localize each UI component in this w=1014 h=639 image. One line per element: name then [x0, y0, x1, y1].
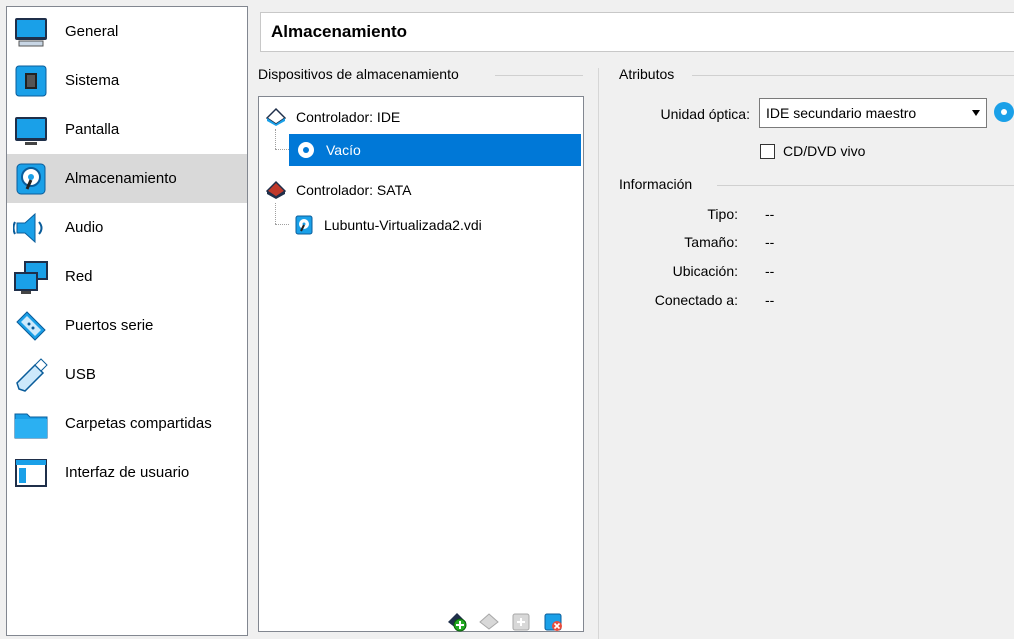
add-controller-icon[interactable]	[445, 610, 469, 634]
live-cd-option[interactable]: CD/DVD vivo	[760, 143, 865, 159]
sidebar-item-carpetas-compartidas[interactable]: Carpetas compartidas	[7, 399, 247, 448]
tree-connector	[275, 224, 289, 225]
tree-item-hdd[interactable]: Lubuntu-Virtualizada2.vdi	[293, 209, 581, 241]
sidebar-item-label: Puertos serie	[65, 317, 154, 334]
optical-drive-value: IDE secundario maestro	[766, 105, 917, 121]
sidebar-item-label: Almacenamiento	[65, 170, 177, 187]
tree-item-label: Vacío	[326, 142, 361, 158]
sidebar-item-audio[interactable]: Audio	[7, 203, 247, 252]
network-icon	[11, 257, 51, 297]
monitor-icon	[11, 12, 51, 52]
sidebar-item-red[interactable]: Red	[7, 252, 247, 301]
info-value: --	[765, 292, 775, 308]
info-key: Tamaño:	[684, 234, 738, 250]
info-key: Ubicación:	[672, 263, 738, 279]
sidebar-item-label: Audio	[65, 219, 104, 236]
display-icon	[11, 110, 51, 150]
live-cd-label: CD/DVD vivo	[783, 143, 866, 159]
storage-tree[interactable]: Controlador: IDE Vacío Controlador: SATA…	[258, 96, 584, 632]
sidebar-item-label: USB	[65, 366, 96, 383]
folder-icon	[11, 404, 51, 444]
window-icon	[11, 453, 51, 493]
tree-connector	[275, 203, 276, 224]
info-row-attached-to: Conectado a:	[620, 292, 738, 312]
group-divider	[495, 75, 583, 76]
sidebar-item-label: Red	[65, 268, 93, 285]
attributes-title: Atributos	[619, 66, 681, 82]
info-row-size: Tamaño:	[620, 234, 738, 254]
tree-item-empty-optical[interactable]: Vacío	[289, 134, 581, 166]
chevron-down-icon	[972, 110, 980, 116]
tree-connector	[275, 129, 276, 149]
panel-divider	[598, 68, 599, 639]
sidebar-item-puertos-serie[interactable]: Puertos serie	[7, 301, 247, 350]
info-row-type: Tipo:	[620, 206, 738, 226]
sidebar-item-almacenamiento[interactable]: Almacenamiento	[7, 154, 247, 203]
info-value: --	[765, 234, 775, 250]
information-title: Información	[619, 176, 699, 192]
tree-item-label: Lubuntu-Virtualizada2.vdi	[324, 217, 482, 233]
chip-icon	[11, 61, 51, 101]
tree-item-ide-controller[interactable]: Controlador: IDE	[265, 101, 575, 133]
sidebar-item-label: Carpetas compartidas	[65, 415, 212, 432]
sidebar-item-interfaz-usuario[interactable]: Interfaz de usuario	[7, 448, 247, 497]
sidebar-item-pantalla[interactable]: Pantalla	[7, 105, 247, 154]
add-attachment-icon[interactable]	[509, 610, 533, 634]
live-cd-checkbox[interactable]	[760, 143, 775, 159]
sidebar-item-label: Pantalla	[65, 121, 120, 138]
sidebar-item-label: General	[65, 23, 119, 40]
optical-drive-select[interactable]: IDE secundario maestro	[759, 98, 987, 128]
remove-controller-icon[interactable]	[477, 610, 501, 634]
optical-drive-label: Unidad óptica:	[660, 106, 750, 122]
sidebar-item-usb[interactable]: USB	[7, 350, 247, 399]
disk-icon	[11, 159, 51, 199]
controller-icon	[265, 106, 287, 128]
choose-disk-icon[interactable]	[993, 100, 1014, 129]
page-title: Almacenamiento	[271, 22, 408, 41]
tree-item-label: Controlador: SATA	[296, 182, 412, 198]
group-divider	[717, 185, 1014, 186]
page-header: Almacenamiento	[260, 12, 1014, 52]
info-value: --	[765, 263, 775, 279]
controller-icon	[265, 179, 287, 201]
sidebar-item-general[interactable]: General	[7, 7, 247, 56]
hard-disk-icon	[293, 214, 315, 236]
info-value: --	[765, 206, 775, 222]
remove-attachment-icon[interactable]	[541, 610, 565, 634]
tree-item-label: Controlador: IDE	[296, 109, 401, 125]
info-key: Tipo:	[707, 206, 738, 222]
optical-disc-icon	[295, 139, 317, 161]
storage-toolbar	[445, 610, 565, 634]
sidebar-item-label: Sistema	[65, 72, 120, 89]
serial-port-icon	[11, 306, 51, 346]
group-divider	[692, 75, 1014, 76]
usb-icon	[11, 355, 51, 395]
tree-item-sata-controller[interactable]: Controlador: SATA	[265, 174, 575, 206]
settings-sidebar: General Sistema Pantalla Almacenamiento …	[6, 6, 248, 636]
storage-devices-title: Dispositivos de almacenamiento	[258, 66, 465, 82]
info-key: Conectado a:	[654, 292, 738, 308]
info-row-location: Ubicación:	[620, 263, 738, 283]
sidebar-item-label: Interfaz de usuario	[65, 464, 190, 481]
speaker-icon	[11, 208, 51, 248]
tree-connector	[275, 149, 289, 150]
sidebar-item-sistema[interactable]: Sistema	[7, 56, 247, 105]
